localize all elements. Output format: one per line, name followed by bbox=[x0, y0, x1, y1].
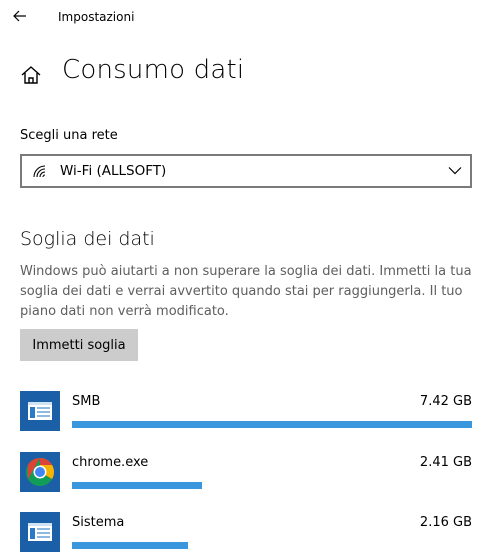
home-icon[interactable] bbox=[20, 64, 42, 86]
app-name: SMB bbox=[72, 394, 101, 409]
chrome-icon bbox=[20, 452, 60, 492]
arrow-left-icon bbox=[13, 10, 26, 22]
window-app-icon bbox=[20, 512, 60, 552]
app-usage: 2.41 GB bbox=[419, 455, 472, 470]
app-usage: 2.16 GB bbox=[419, 515, 472, 530]
set-threshold-button[interactable]: Immetti soglia bbox=[20, 329, 138, 361]
app-name: Sistema bbox=[72, 515, 125, 530]
network-selected-value: Wi-Fi (ALLSOFT) bbox=[60, 163, 167, 179]
wifi-icon bbox=[33, 165, 46, 178]
title-bar: Impostazioni bbox=[0, 0, 500, 34]
app-usage-row[interactable]: SMB 7.42 GB bbox=[20, 391, 472, 435]
window-title: Impostazioni bbox=[58, 10, 135, 24]
section-title: Soglia dei dati bbox=[20, 228, 155, 250]
app-usage: 7.42 GB bbox=[419, 394, 472, 409]
page-title: Consumo dati bbox=[62, 55, 245, 85]
back-button[interactable] bbox=[8, 4, 32, 28]
app-name: chrome.exe bbox=[72, 455, 149, 470]
chevron-down-icon bbox=[448, 167, 462, 175]
usage-bar bbox=[72, 421, 472, 428]
window-app-icon bbox=[20, 391, 60, 431]
usage-bar bbox=[72, 482, 202, 489]
section-description: Windows può aiutarti a non superare la s… bbox=[20, 264, 472, 319]
app-usage-row[interactable]: chrome.exe 2.41 GB bbox=[20, 452, 472, 496]
network-label: Scegli una rete bbox=[20, 128, 118, 143]
network-dropdown[interactable]: Wi-Fi (ALLSOFT) bbox=[20, 154, 472, 188]
app-usage-row[interactable]: Sistema 2.16 GB bbox=[20, 512, 472, 556]
